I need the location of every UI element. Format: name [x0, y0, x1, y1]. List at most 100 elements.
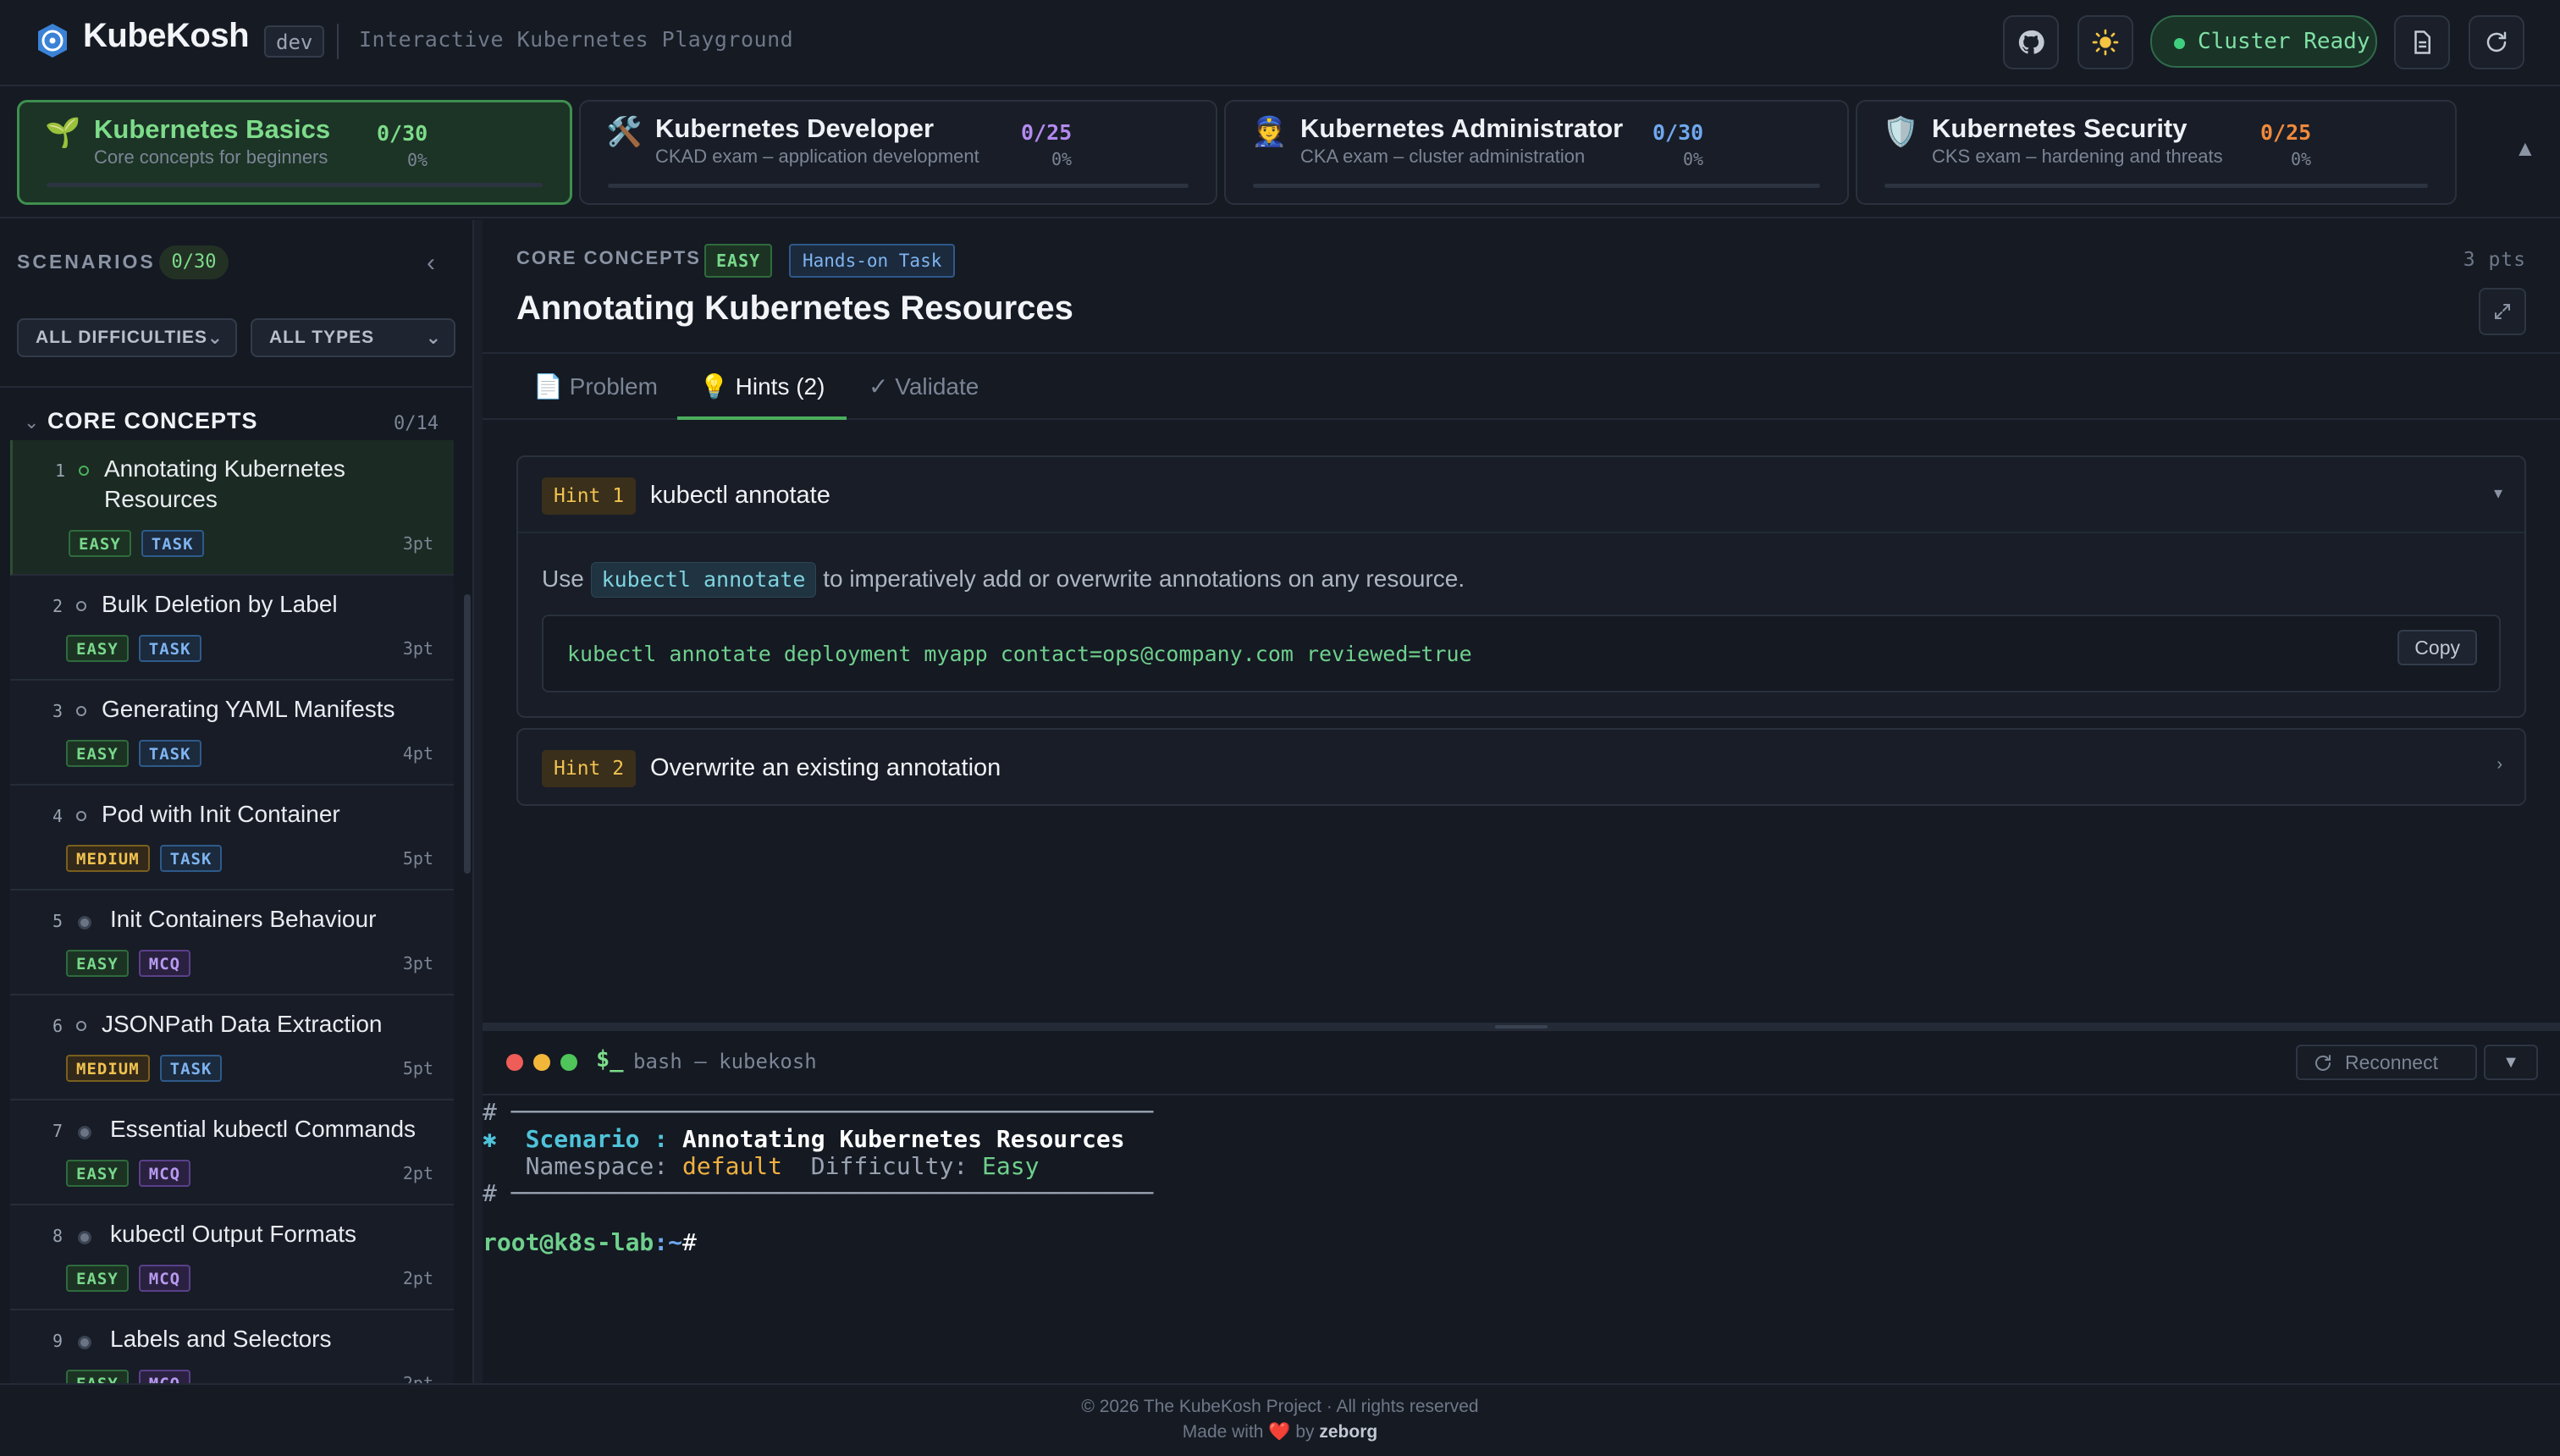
- type-tag: MCQ: [138, 950, 191, 977]
- sidebar-scrollbar[interactable]: [464, 372, 471, 1380]
- github-icon: [2018, 30, 2044, 54]
- scenario-title: Pod with Init Container: [102, 801, 340, 827]
- chevron-down-icon: ⌄: [24, 411, 40, 433]
- tab-label: Validate: [895, 373, 979, 400]
- chevron-down-icon: ⌄: [425, 327, 442, 348]
- namespace-value: default: [682, 1152, 783, 1180]
- scenario-title: Init Containers Behaviour: [110, 906, 377, 932]
- seedling-icon: 🌱: [45, 117, 81, 149]
- sidebar-resize-handle[interactable]: [474, 220, 483, 1383]
- chevron-down-icon: ⌄: [207, 327, 223, 348]
- scenario-points: 3 pts: [2463, 249, 2526, 271]
- scenario-title: Labels and Selectors: [110, 1326, 332, 1352]
- code-text[interactable]: kubectl annotate deployment myapp contac…: [567, 642, 1472, 666]
- heart-icon: ❤️: [1268, 1422, 1291, 1442]
- collapse-tracks-icon[interactable]: ▲: [2514, 135, 2536, 162]
- track-progress-bar: [1884, 184, 2428, 188]
- hint-badge: Hint 2: [542, 750, 637, 787]
- cluster-status-badge: Cluster Ready: [2150, 15, 2377, 68]
- terminal-resize-handle[interactable]: [483, 1023, 2560, 1031]
- type-tag: TASK: [138, 635, 201, 662]
- section-header-core-concepts[interactable]: ⌄ CORE CONCEPTS 0/14: [0, 400, 457, 444]
- lightbulb-icon: 💡: [699, 373, 729, 400]
- scenario-item[interactable]: 6 JSONPath Data Extraction MEDIUM TASK 5p…: [10, 995, 454, 1100]
- difficulty-tag: EASY: [66, 740, 129, 767]
- reconnect-button[interactable]: Reconnect: [2296, 1045, 2477, 1080]
- track-percent: 0%: [2291, 149, 2312, 169]
- scenario-item[interactable]: 5 Init Containers Behaviour EASY MCQ 3pt: [10, 891, 454, 995]
- scenario-item[interactable]: 3 Generating YAML Manifests EASY TASK 4pt: [10, 681, 454, 786]
- mcq-status-icon: [78, 1231, 91, 1244]
- terminal-panel: $_ bash — kubekosh Reconnect ▼ # ───────…: [483, 1031, 2560, 1383]
- hint-header[interactable]: Hint 2 Overwrite an existing annotation …: [518, 730, 2524, 804]
- chevron-right-icon: ›: [2497, 755, 2502, 774]
- scenario-item[interactable]: 4 Pod with Init Container MEDIUM TASK 5pt: [10, 786, 454, 891]
- app-subtitle: Interactive Kubernetes Playground: [359, 27, 794, 52]
- mcq-status-icon: [78, 1336, 91, 1349]
- theme-toggle-button[interactable]: [2077, 15, 2133, 69]
- app-name[interactable]: KubeKosh: [83, 17, 250, 55]
- sun-icon: [2092, 29, 2119, 56]
- scenario-points: 2pt: [402, 1163, 433, 1183]
- refresh-icon: [2315, 1055, 2331, 1071]
- top-header: KubeKosh dev Interactive Kubernetes Play…: [0, 0, 2560, 86]
- document-icon: 📄: [533, 373, 563, 400]
- track-card-basics[interactable]: 🌱 Kubernetes Basics Core concepts for be…: [17, 100, 572, 205]
- scenario-item[interactable]: 8 kubectl Output Formats EASY MCQ 2pt: [10, 1205, 454, 1310]
- github-button[interactable]: [2003, 15, 2059, 69]
- mcq-status-icon: [78, 1126, 91, 1139]
- tab-label: Hints (2): [735, 373, 825, 400]
- scenario-title: Essential kubectl Commands: [110, 1116, 417, 1142]
- track-subtitle: CKS exam – hardening and threats: [1932, 146, 2223, 167]
- track-subtitle: Core concepts for beginners: [94, 146, 328, 168]
- terminal-rule: # ──────────────────────────────────────…: [483, 1179, 1154, 1207]
- namespace-label: Namespace:: [525, 1152, 669, 1180]
- copy-button[interactable]: Copy: [2397, 630, 2477, 665]
- type-filter-select[interactable]: ALL TYPES ⌄: [251, 318, 455, 357]
- scenario-item[interactable]: 7 Essential kubectl Commands EASY MCQ 2pt: [10, 1100, 454, 1205]
- hint-header[interactable]: Hint 1 kubectl annotate ▾: [518, 457, 2524, 532]
- prompt-path: :~: [654, 1228, 683, 1256]
- header-divider: [337, 24, 339, 59]
- scenario-number: 9: [52, 1331, 63, 1351]
- hint-text-after: to imperatively add or overwrite annotat…: [823, 565, 1465, 592]
- reset-button[interactable]: [2469, 15, 2524, 69]
- type-tag: MCQ: [138, 1370, 191, 1383]
- type-tag: MCQ: [138, 1160, 191, 1187]
- terminal-minimize-button[interactable]: ▼: [2484, 1045, 2538, 1080]
- author-link[interactable]: zeborg: [1319, 1422, 1377, 1442]
- tab-hints[interactable]: 💡 Hints (2): [677, 354, 847, 420]
- scenario-item[interactable]: 2 Bulk Deletion by Label EASY TASK 3pt: [10, 576, 454, 681]
- collapse-sidebar-icon[interactable]: ‹: [427, 249, 435, 278]
- task-status-icon: [76, 601, 86, 611]
- police-officer-icon: 👮: [1251, 116, 1288, 148]
- track-card-developer[interactable]: 🛠️ Kubernetes Developer CKAD exam – appl…: [579, 100, 1217, 205]
- scenario-number: 8: [52, 1226, 63, 1246]
- docs-button[interactable]: [2394, 15, 2450, 69]
- track-count: 0/30: [377, 121, 428, 146]
- difficulty-tag: EASY: [66, 1265, 129, 1292]
- prompt-user: root@k8s-lab: [483, 1228, 654, 1256]
- scenario-value: Annotating Kubernetes Resources: [682, 1125, 1125, 1153]
- track-card-administrator[interactable]: 👮 Kubernetes Administrator CKA exam – cl…: [1224, 100, 1849, 205]
- hint-card: Hint 1 kubectl annotate ▾ Use kubectl an…: [516, 455, 2526, 718]
- tab-validate[interactable]: ✓ Validate: [847, 354, 1001, 420]
- inline-code: kubectl annotate: [590, 562, 817, 598]
- scenario-title: Bulk Deletion by Label: [102, 591, 338, 617]
- scenario-item[interactable]: 9 Labels and Selectors EASY MCQ 2pt: [10, 1310, 454, 1383]
- type-tag: TASK: [141, 530, 204, 557]
- terminal-output[interactable]: # ──────────────────────────────────────…: [483, 1095, 2560, 1383]
- prompt-char: #: [682, 1228, 697, 1256]
- terminal-titlebar: $_ bash — kubekosh Reconnect ▼: [483, 1031, 2560, 1095]
- track-card-security[interactable]: 🛡️ Kubernetes Security CKS exam – harden…: [1856, 100, 2457, 205]
- scenario-item[interactable]: 1 Annotating Kubernetes Resources EASY TA…: [10, 440, 454, 576]
- hint-text: Use kubectl annotate to imperatively add…: [542, 560, 2501, 598]
- track-title: Kubernetes Administrator: [1300, 113, 1624, 143]
- kubekosh-logo-icon[interactable]: [34, 22, 71, 59]
- difficulty-filter-select[interactable]: ALL DIFFICULTIES ⌄: [17, 318, 237, 357]
- scrollbar-thumb[interactable]: [464, 594, 471, 874]
- expand-button[interactable]: [2479, 288, 2526, 335]
- hint-body: Use kubectl annotate to imperatively add…: [518, 532, 2524, 716]
- scenario-title: kubectl Output Formats: [110, 1221, 357, 1247]
- tab-problem[interactable]: 📄 Problem: [511, 354, 680, 420]
